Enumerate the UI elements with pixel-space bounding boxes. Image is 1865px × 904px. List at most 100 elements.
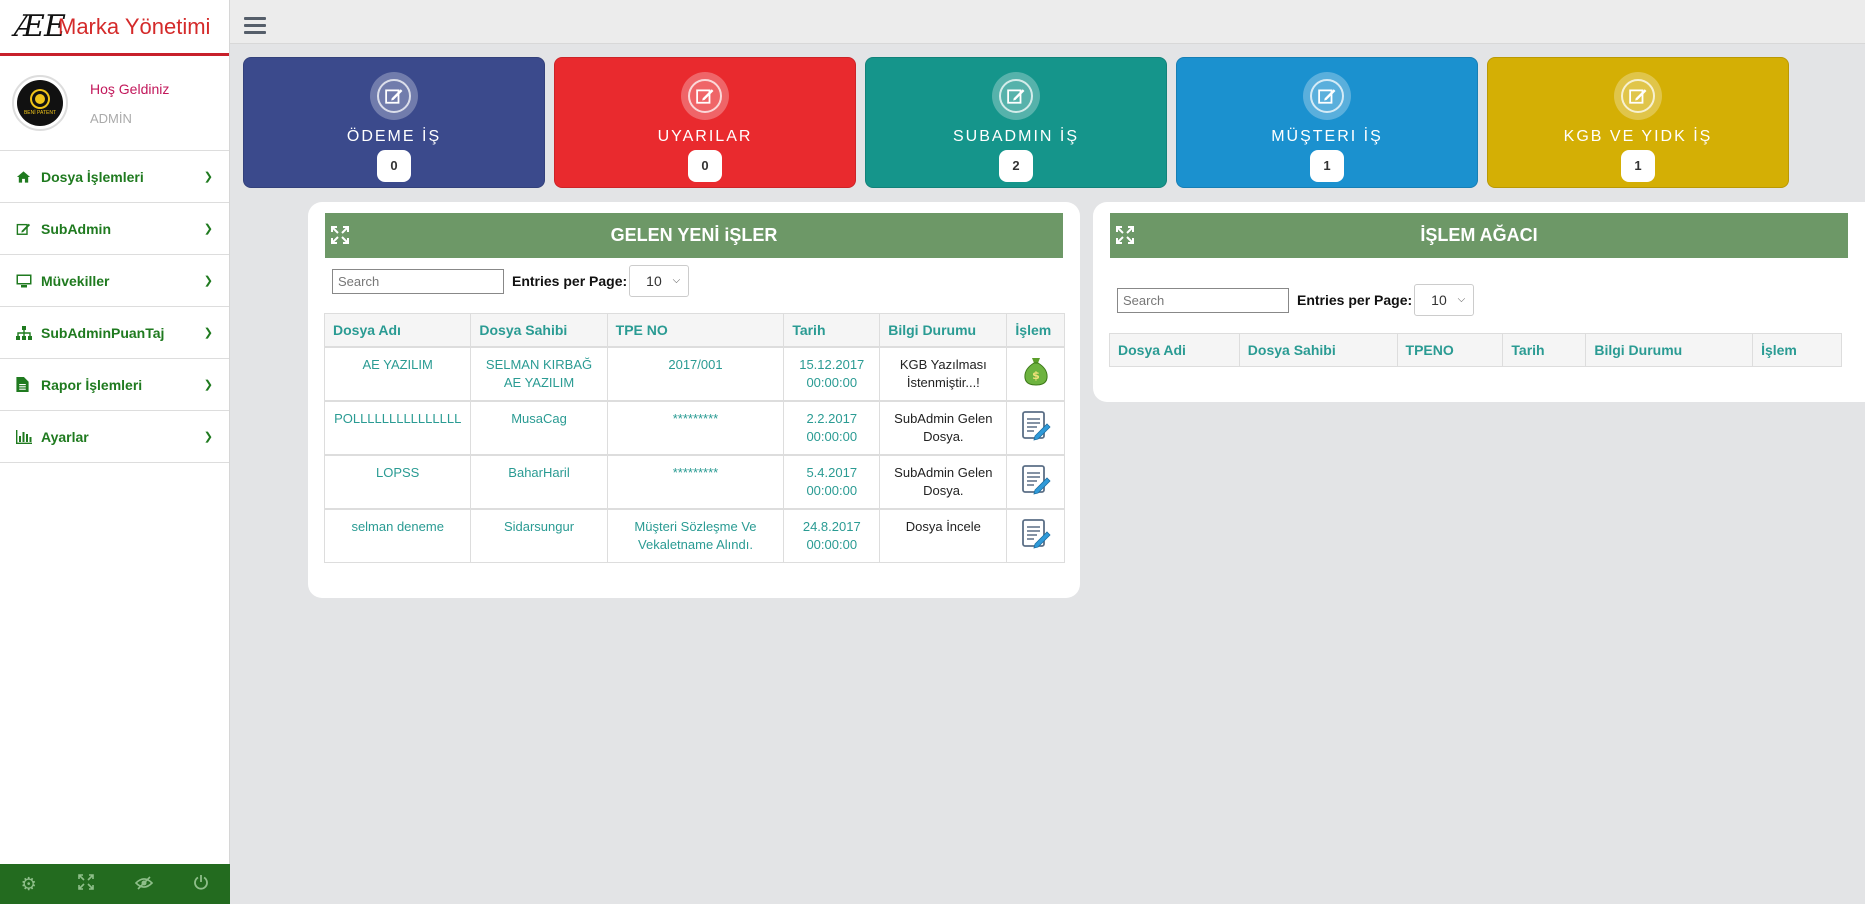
- cell-islem: [1006, 399, 1065, 455]
- brand[interactable]: ÆE Marka Yönetimi: [0, 0, 229, 56]
- edit-icon: [1614, 72, 1662, 120]
- card-title: KGB VE YIDK İŞ: [1563, 128, 1713, 145]
- column-header[interactable]: Dosya Sahibi: [1238, 333, 1398, 367]
- panel-gelen-yeni-isler: GELEN YENİ iŞLER Entries per Page: 10⌵ D…: [308, 202, 1080, 598]
- table-row: LOPSS BaharHaril ********* 5.4.2017 00:0…: [323, 453, 1065, 509]
- edit-document-icon[interactable]: [1021, 410, 1051, 447]
- card-count-badge: 0: [377, 150, 411, 182]
- cell-islem: $: [1006, 345, 1065, 401]
- chevron-down-icon: ❯: [203, 327, 213, 339]
- cell-tarih: 15.12.2017 00:00:00: [783, 345, 881, 401]
- column-header[interactable]: Tarih: [1502, 333, 1587, 367]
- hamburger-menu-icon[interactable]: [244, 17, 266, 38]
- chevron-down-icon: ❯: [203, 431, 213, 443]
- panel-title: İŞLEM AĞACI: [1420, 225, 1538, 245]
- edit-document-icon[interactable]: [1021, 464, 1051, 501]
- cell-dosya-sahibi: MusaCag: [470, 399, 608, 455]
- gear-icon[interactable]: ⚙: [17, 874, 41, 895]
- entries-per-page-select[interactable]: 10 ⌵: [629, 265, 690, 297]
- entries-per-page-select[interactable]: 10 ⌵: [1414, 284, 1475, 316]
- bar-chart-icon: [16, 429, 36, 444]
- sidebar-item-label: Dosya İşlemleri: [41, 168, 144, 185]
- sidebar-item-dosya-islemleri[interactable]: Dosya İşlemleri ❯: [0, 151, 229, 203]
- chevron-down-icon: ❯: [203, 171, 213, 183]
- card-title: UYARILAR: [657, 128, 753, 145]
- search-input[interactable]: [332, 268, 504, 294]
- sidebar-item-label: SubAdmin: [41, 220, 111, 237]
- card-uyarilar[interactable]: UYARILAR 0: [554, 57, 856, 188]
- card-musteri-is[interactable]: MÜŞTERI İŞ 1: [1176, 57, 1478, 188]
- entries-per-page-label: Entries per Page:: [1297, 292, 1413, 308]
- file-icon: [16, 377, 36, 392]
- entries-per-page-label: Entries per Page:: [512, 273, 628, 289]
- cell-dosya-sahibi: SELMAN KIRBAĞ AE YAZILIM: [470, 345, 608, 401]
- column-header[interactable]: Tarih: [783, 313, 881, 347]
- chevron-down-icon: ⌵: [672, 275, 681, 286]
- table-row: selman deneme Sidarsungur Müşteri Sözleş…: [323, 507, 1065, 563]
- eye-slash-icon[interactable]: [132, 874, 156, 895]
- column-header[interactable]: Bilgi Durumu: [879, 313, 1008, 347]
- edit-icon: [681, 72, 729, 120]
- card-subadmin-is[interactable]: SUBADMIN İŞ 2: [865, 57, 1167, 188]
- avatar[interactable]: BENİ PATENT: [12, 75, 68, 131]
- chevron-down-icon: ❯: [203, 275, 213, 287]
- card-odeme-is[interactable]: ÖDEME İŞ 0: [243, 57, 545, 188]
- cell-tarih: 5.4.2017 00:00:00: [783, 453, 881, 509]
- card-count-badge: 1: [1310, 150, 1344, 182]
- sidebar-item-rapor-islemleri[interactable]: Rapor İşlemleri ❯: [0, 359, 229, 411]
- card-kgb-ve-yidk-is[interactable]: KGB VE YIDK İŞ 1: [1487, 57, 1789, 188]
- expand-icon[interactable]: [1115, 225, 1135, 245]
- svg-text:$: $: [1032, 369, 1040, 382]
- chevron-down-icon: ⌵: [1457, 294, 1466, 305]
- cell-tpe-no: 2017/001: [606, 345, 785, 401]
- panel-header: GELEN YENİ iŞLER: [325, 213, 1063, 258]
- column-header[interactable]: Dosya Adi: [1109, 333, 1240, 367]
- table-islem-agaci: Dosya Adi Dosya Sahibi TPENO Tarih Bilgi…: [1109, 333, 1842, 367]
- column-header[interactable]: Dosya Adı: [323, 313, 472, 347]
- sidebar-item-label: Müvekiller: [41, 272, 110, 289]
- home-icon: [16, 170, 36, 184]
- panel-title: GELEN YENİ iŞLER: [610, 225, 778, 245]
- table-row: AE YAZILIM SELMAN KIRBAĞ AE YAZILIM 2017…: [323, 345, 1065, 401]
- sidebar-item-subadmin[interactable]: SubAdmin ❯: [0, 203, 229, 255]
- edit-icon: [16, 222, 36, 236]
- sidebar-item-label: Ayarlar: [41, 428, 89, 445]
- column-header[interactable]: Dosya Sahibi: [470, 313, 608, 347]
- search-input[interactable]: [1117, 287, 1289, 313]
- cell-dosya-sahibi: Sidarsungur: [470, 507, 608, 563]
- sidebar-item-muvekiller[interactable]: Müvekiller ❯: [0, 255, 229, 307]
- cell-tpe-no: Müşteri Sözleşme Ve Vekaletname Alındı.: [606, 507, 785, 563]
- power-icon[interactable]: [189, 874, 213, 895]
- fullscreen-icon[interactable]: [74, 873, 98, 895]
- cell-dosya-adi: selman deneme: [323, 507, 472, 563]
- cell-tarih: 24.8.2017 00:00:00: [783, 507, 881, 563]
- top-bar: [230, 0, 1865, 44]
- card-count-badge: 1: [1621, 150, 1655, 182]
- edit-icon: [370, 72, 418, 120]
- sidebar-item-label: SubAdminPuanTaj: [41, 324, 165, 341]
- column-header[interactable]: TPE NO: [606, 313, 785, 347]
- table-gelen-yeni-isler: Dosya Adı Dosya Sahibi TPE NO Tarih Bilg…: [323, 313, 1065, 563]
- expand-icon[interactable]: [330, 225, 350, 245]
- cell-tpe-no: *********: [606, 453, 785, 509]
- cell-dosya-adi: LOPSS: [323, 453, 472, 509]
- role-text: ADMİN: [90, 110, 132, 126]
- column-header[interactable]: İşlem: [1752, 333, 1842, 367]
- panel-header: İŞLEM AĞACI: [1110, 213, 1848, 258]
- sidebar-item-subadminpuantaj[interactable]: SubAdminPuanTaj ❯: [0, 307, 229, 359]
- cell-bilgi-durumu: SubAdmin Gelen Dosya.: [879, 453, 1008, 509]
- sidebar-item-ayarlar[interactable]: Ayarlar ❯: [0, 411, 229, 463]
- monitor-icon: [16, 274, 36, 288]
- column-header[interactable]: TPENO: [1396, 333, 1504, 367]
- sidebar: ÆE Marka Yönetimi BENİ PATENT Hoş Geldin…: [0, 0, 230, 904]
- edit-document-icon[interactable]: [1021, 518, 1051, 555]
- sitemap-icon: [16, 325, 36, 340]
- column-header[interactable]: Bilgi Durumu: [1585, 333, 1754, 367]
- column-header[interactable]: İşlem: [1006, 313, 1065, 347]
- sidebar-footer: ⚙: [0, 864, 230, 904]
- cell-bilgi-durumu: Dosya İncele: [879, 507, 1008, 563]
- money-bag-icon[interactable]: $: [1023, 356, 1049, 391]
- chevron-down-icon: ❯: [203, 379, 213, 391]
- cell-dosya-sahibi: BaharHaril: [470, 453, 608, 509]
- chevron-down-icon: ❯: [203, 223, 213, 235]
